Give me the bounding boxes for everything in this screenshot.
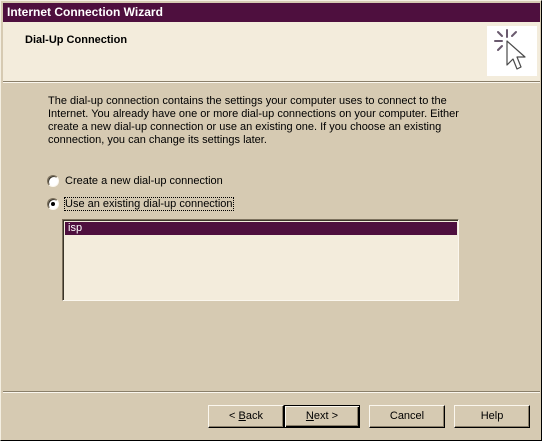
description-text: The dial-up connection contains the sett… (48, 95, 459, 146)
back-label: ack (245, 410, 263, 422)
header-divider-highlight (3, 82, 540, 83)
footer-divider-highlight (3, 392, 540, 393)
back-arrow: < (229, 410, 236, 422)
create-new-label[interactable]: Create a new dial-up connection (65, 175, 223, 187)
cancel-button[interactable]: Cancel (369, 405, 445, 428)
next-access-key: N (305, 410, 314, 422)
use-existing-radio[interactable] (47, 198, 59, 210)
back-access-key: B (238, 410, 246, 422)
list-item[interactable]: isp (65, 222, 457, 235)
create-new-radio[interactable] (47, 175, 59, 187)
next-label: ext (313, 410, 329, 422)
page-title: Dial-Up Connection (25, 34, 128, 46)
use-existing-connection-option[interactable]: Use an existing dial-up connection (47, 196, 234, 212)
help-button[interactable]: Help (454, 405, 530, 428)
wizard-cursor-icon (487, 26, 537, 76)
wizard-window: Internet Connection Wizard Dial-Up Conne… (0, 0, 542, 441)
connections-listbox[interactable]: isp (62, 219, 459, 301)
next-arrow: > (331, 410, 339, 422)
use-existing-label[interactable]: Use an existing dial-up connection (64, 197, 234, 211)
next-button[interactable]: Next > (284, 405, 360, 428)
title-bar[interactable]: Internet Connection Wizard (3, 3, 540, 22)
back-button[interactable]: < Back (208, 405, 284, 428)
wizard-header: Dial-Up Connection (3, 22, 540, 81)
window-title: Internet Connection Wizard (7, 5, 163, 19)
create-new-connection-option[interactable]: Create a new dial-up connection (47, 173, 223, 189)
